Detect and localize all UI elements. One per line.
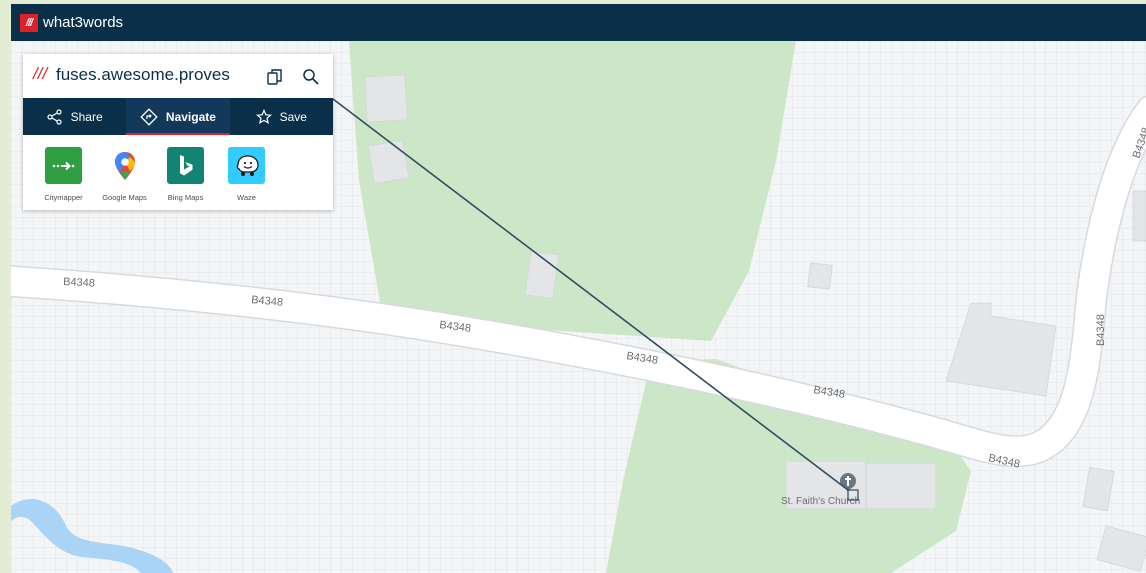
copy-icon[interactable] — [265, 67, 285, 87]
app-label: Bing Maps — [167, 193, 204, 202]
app-google-maps[interactable]: Google Maps — [94, 135, 155, 210]
waze-icon — [228, 147, 265, 184]
top-bar: /// what3words — [11, 4, 1146, 41]
app-label: Citymapper — [44, 193, 83, 202]
tab-save[interactable]: Save — [230, 98, 333, 135]
star-icon — [255, 108, 272, 124]
navigation-apps: Citymapper Google Maps Bing Maps Waze — [23, 135, 343, 210]
road-label: B4348 — [1095, 314, 1107, 346]
address-slashes: /// — [33, 64, 48, 83]
brand-name[interactable]: what3words — [43, 14, 123, 31]
road-label: B4348 — [63, 276, 95, 290]
app-label: Google Maps — [102, 193, 147, 202]
logo[interactable]: /// — [20, 13, 38, 32]
action-tabs: Share Navigate Save — [23, 98, 333, 135]
app-citymapper[interactable]: Citymapper — [33, 135, 94, 210]
search-icon[interactable] — [301, 67, 321, 87]
bing-maps-icon — [167, 147, 204, 184]
tab-share[interactable]: Share — [23, 98, 126, 135]
tab-navigate[interactable]: Navigate — [126, 98, 230, 135]
app-label: Waze — [237, 193, 256, 202]
citymapper-icon — [45, 147, 82, 184]
tab-label: Save — [279, 109, 307, 124]
app-bing-maps[interactable]: Bing Maps — [155, 135, 216, 210]
app-waze[interactable]: Waze — [216, 135, 277, 210]
tab-label: Navigate — [165, 109, 216, 124]
park-area — [349, 41, 796, 341]
google-maps-icon — [106, 147, 143, 184]
location-panel: /// fuses.awesome.proves Share Navigate … — [23, 54, 333, 210]
three-word-address[interactable]: fuses.awesome.proves — [56, 65, 230, 85]
address-row: /// fuses.awesome.proves — [23, 54, 333, 98]
share-icon — [47, 108, 62, 125]
app-frame: /// what3words B4348 B4348 B4348 B4348 B… — [11, 4, 1146, 573]
tab-label: Share — [70, 109, 103, 124]
navigate-icon — [140, 107, 158, 126]
